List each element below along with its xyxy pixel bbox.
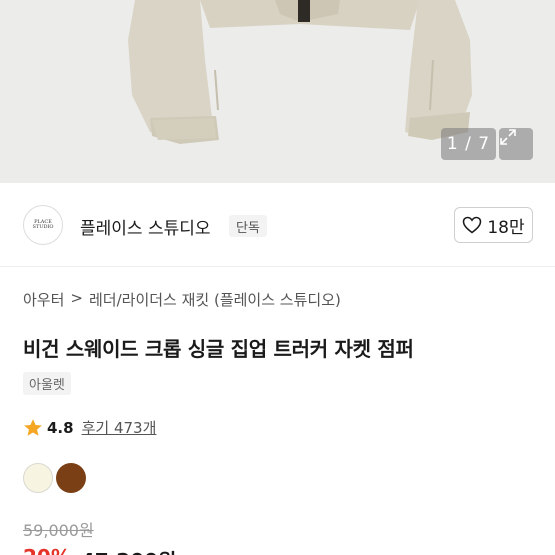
- expand-icon[interactable]: [499, 128, 533, 160]
- favorite-button[interactable]: 18만: [454, 207, 533, 243]
- color-swatch-cream[interactable]: [23, 463, 53, 493]
- favorite-count: 18만: [487, 217, 525, 238]
- store-name[interactable]: 플레이스 스튜디오: [80, 214, 211, 239]
- product-image-gallery[interactable]: 1 / 7: [0, 0, 555, 183]
- store-row[interactable]: PLACE STUDIO 플레이스 스튜디오 단독 18만: [0, 183, 555, 267]
- image-counter: 1 / 7: [441, 128, 496, 160]
- breadcrumb: 아우터 > 레더/라이더스 재킷 (플레이스 스튜디오): [23, 289, 341, 310]
- color-swatch-brown[interactable]: [56, 463, 86, 493]
- store-logo[interactable]: PLACE STUDIO: [23, 205, 63, 245]
- store-logo-text: PLACE STUDIO: [32, 219, 54, 230]
- breadcrumb-item-leather-jacket[interactable]: 레더/라이더스 재킷 (플레이스 스튜디오): [89, 289, 341, 310]
- discount-rate: 20%: [23, 545, 71, 555]
- star-icon: [24, 418, 42, 436]
- heart-outline-icon: [463, 216, 482, 234]
- rating-row: 4.8 후기 473개: [23, 417, 156, 438]
- original-price: 59,000원: [23, 521, 94, 540]
- breadcrumb-item-outer[interactable]: 아우터: [23, 289, 64, 310]
- review-link[interactable]: 후기 473개: [82, 417, 157, 438]
- sale-price-row: 20% 47,200원: [23, 545, 176, 555]
- breadcrumb-separator: >: [70, 289, 83, 307]
- sale-price: 47,200원: [81, 545, 177, 555]
- product-title: 비건 스웨이드 크롭 싱글 집업 트러커 자켓 점퍼: [23, 337, 414, 361]
- exclusive-badge: 단독: [229, 215, 267, 237]
- rating-score: 4.8: [47, 418, 74, 437]
- outlet-tag: 아울렛: [23, 372, 71, 395]
